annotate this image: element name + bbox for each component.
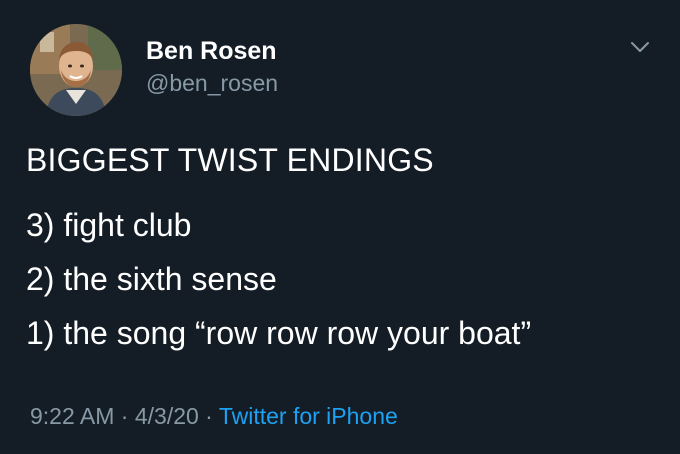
more-options-button[interactable]	[630, 40, 650, 54]
tweet-header: Ben Rosen @ben_rosen	[30, 24, 278, 116]
author-names: Ben Rosen @ben_rosen	[146, 35, 278, 99]
list-item: 2) the sixth sense	[26, 261, 277, 297]
tweet-metadata: 9:22 AM · 4/3/20 · Twitter for iPhone	[30, 400, 398, 432]
list-item: 3) fight club	[26, 207, 192, 243]
username-handle[interactable]: @ben_rosen	[146, 67, 278, 99]
display-name[interactable]: Ben Rosen	[146, 35, 278, 67]
profile-photo-icon	[30, 24, 122, 116]
separator-dot: ·	[198, 403, 219, 429]
tweet-date[interactable]: 4/3/20	[135, 403, 199, 429]
list-item: 1) the song “row row row your boat”	[26, 315, 532, 351]
tweet-text: BIGGEST TWIST ENDINGS 3) fight club 2) t…	[26, 140, 666, 360]
separator-dot: ·	[114, 403, 135, 429]
tweet-list: 3) fight club 2) the sixth sense 1) the …	[26, 198, 666, 360]
tweet-source-link[interactable]: Twitter for iPhone	[219, 403, 398, 429]
avatar[interactable]	[30, 24, 122, 116]
tweet-card: Ben Rosen @ben_rosen BIGGEST TWIST ENDIN…	[0, 0, 680, 454]
chevron-down-icon	[631, 42, 649, 52]
tweet-time[interactable]: 9:22 AM	[30, 403, 114, 429]
tweet-headline: BIGGEST TWIST ENDINGS	[26, 142, 434, 178]
